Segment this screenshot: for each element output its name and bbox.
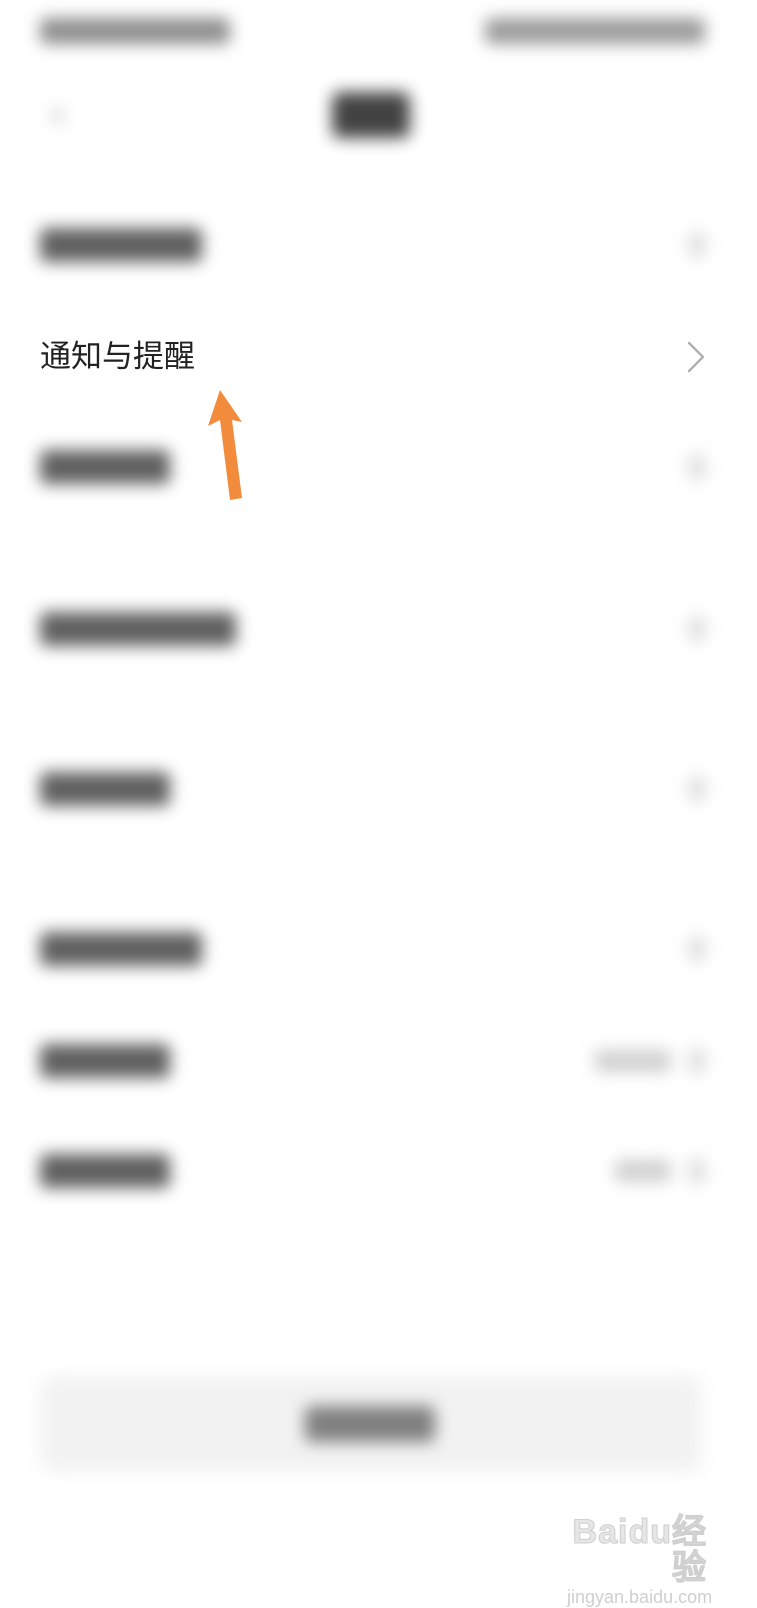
settings-row-value — [615, 1160, 671, 1182]
chevron-right-icon — [689, 1158, 705, 1184]
chevron-right-icon — [687, 341, 705, 373]
settings-row-version[interactable] — [0, 1116, 757, 1226]
settings-row-help[interactable] — [0, 894, 757, 1004]
logout-button[interactable] — [40, 1376, 702, 1472]
chevron-right-icon — [689, 776, 705, 802]
settings-row-value — [595, 1050, 671, 1072]
settings-row-label — [40, 1044, 170, 1078]
logout-button-label — [305, 1406, 435, 1442]
nav-bar: ‹ — [0, 64, 757, 164]
watermark-logo: Baidu经验 — [572, 1513, 707, 1587]
settings-row-notifications-label: 通知与提醒 — [40, 339, 195, 375]
settings-row-cache[interactable] — [0, 1006, 757, 1116]
status-bar-right-indicators — [485, 18, 705, 44]
back-arrow-icon[interactable]: ‹ — [50, 94, 78, 134]
chevron-right-icon — [689, 936, 705, 962]
settings-row-label — [40, 612, 236, 646]
page-title — [332, 92, 410, 138]
settings-row-label — [40, 450, 170, 484]
settings-row-account[interactable] — [0, 190, 757, 300]
watermark-url: jingyan.baidu.com — [567, 1587, 713, 1607]
settings-row-label — [40, 772, 170, 806]
chevron-right-icon — [689, 1048, 705, 1074]
settings-row-label — [40, 228, 202, 262]
settings-row-other[interactable] — [0, 734, 757, 844]
status-bar — [0, 0, 757, 64]
status-bar-left-indicators — [40, 18, 230, 44]
chevron-right-icon — [689, 232, 705, 258]
baidu-jingyan-watermark: Baidu经验 jingyan.baidu.com — [567, 1513, 712, 1608]
settings-row-privacy[interactable] — [0, 412, 757, 522]
settings-row-notifications[interactable]: 通知与提醒 — [0, 302, 757, 412]
settings-row-label — [40, 1154, 170, 1188]
chevron-right-icon — [689, 616, 705, 642]
settings-row-label — [40, 932, 202, 966]
settings-row-general[interactable] — [0, 574, 757, 684]
chevron-right-icon — [689, 454, 705, 480]
